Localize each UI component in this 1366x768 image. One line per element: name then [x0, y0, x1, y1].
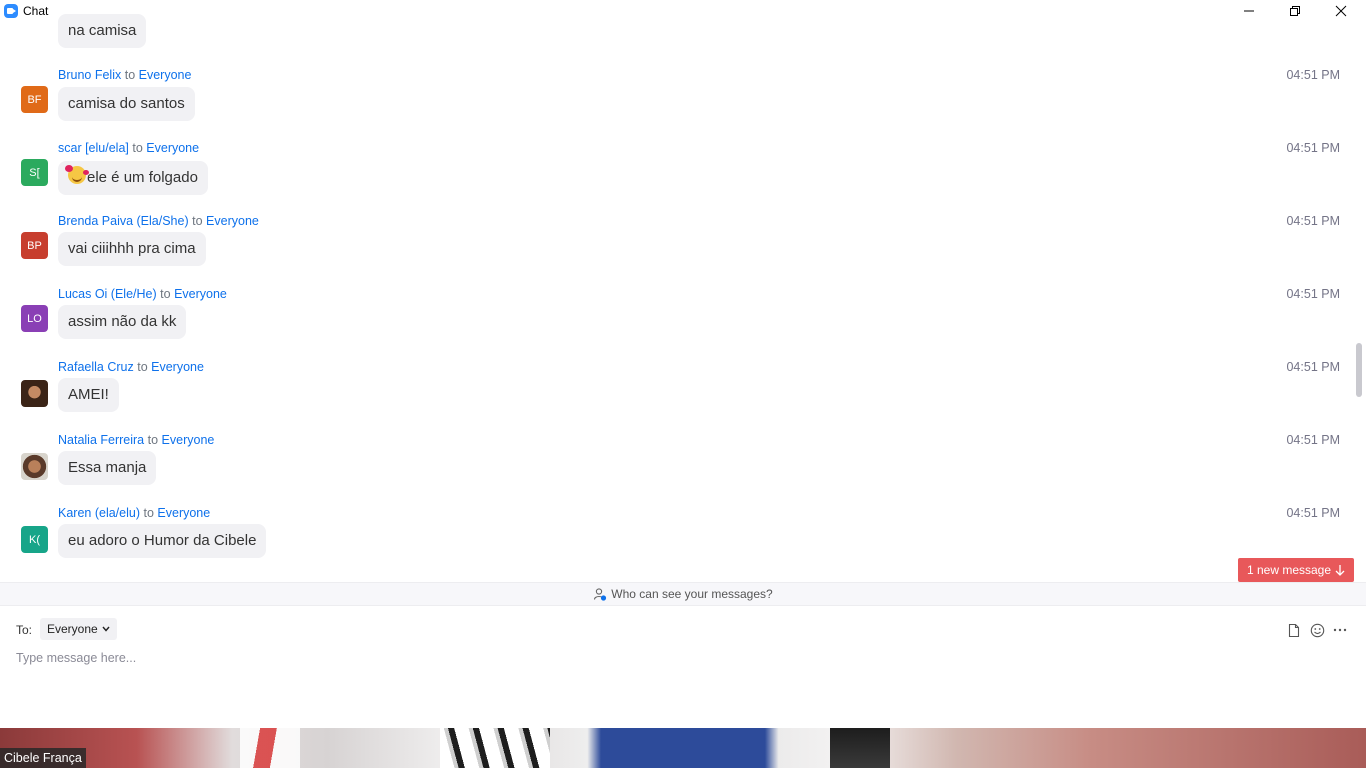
- privacy-info-bar[interactable]: Who can see your messages?: [0, 582, 1366, 606]
- to-word: to: [124, 68, 136, 82]
- message-header: Brenda Paiva (Ela/She) to Everyone: [58, 214, 259, 228]
- message-bubble: AMEI!: [58, 378, 119, 412]
- avatar-photo: [21, 380, 48, 407]
- message-time: 04:51 PM: [1286, 287, 1340, 301]
- chat-scrollbar[interactable]: [1354, 22, 1362, 582]
- chat-message: Lucas Oi (Ele/He) to Everyone 04:51 PM L…: [0, 287, 1352, 360]
- sender-name[interactable]: Brenda Paiva (Ela/She): [58, 214, 189, 228]
- to-word: to: [192, 214, 203, 228]
- file-button[interactable]: [1286, 622, 1302, 638]
- recipient-name: Everyone: [206, 214, 259, 228]
- recipient-name: Everyone: [138, 68, 192, 82]
- to-word: to: [137, 360, 148, 374]
- chat-message: scar [elu/ela] to Everyone 04:51 PM S[ e…: [0, 141, 1352, 214]
- to-label: To:: [16, 623, 33, 637]
- avatar-photo: [21, 453, 48, 480]
- message-time: 04:51 PM: [1286, 433, 1340, 447]
- avatar: BF: [21, 86, 48, 113]
- arrow-down-icon: [1335, 565, 1345, 576]
- message-time: 04:51 PM: [1286, 141, 1340, 155]
- video-shirt-stripe: [240, 728, 300, 768]
- message-time: 04:51 PM: [1286, 214, 1340, 228]
- to-word: to: [160, 287, 171, 301]
- to-word: to: [132, 141, 143, 155]
- video-badge-pattern: [440, 728, 550, 768]
- recipient-value: Everyone: [47, 622, 98, 636]
- chat-message: Rafaella Cruz to Everyone 04:51 PM AMEI!: [0, 360, 1352, 433]
- chat-message: Brenda Paiva (Ela/She) to Everyone 04:51…: [0, 214, 1352, 287]
- emoji-button[interactable]: [1309, 622, 1325, 638]
- message-header: Lucas Oi (Ele/He) to Everyone: [58, 287, 227, 301]
- recipient-name: Everyone: [174, 287, 227, 301]
- video-preview: [0, 728, 1366, 768]
- message-input[interactable]: [16, 648, 1316, 668]
- message-time: 04:51 PM: [1286, 360, 1340, 374]
- message-bubble: na camisa: [58, 14, 147, 48]
- message-bubble: eu adoro o Humor da Cibele: [58, 524, 267, 558]
- message-header: Rafaella Cruz to Everyone: [58, 360, 204, 374]
- recipient-dropdown[interactable]: Everyone: [40, 618, 117, 640]
- file-icon: [1288, 623, 1300, 637]
- recipient-name: Everyone: [161, 433, 215, 447]
- recipient-name: Everyone: [157, 506, 211, 520]
- sender-name[interactable]: Karen (ela/elu): [58, 506, 140, 520]
- more-options-button[interactable]: [1332, 622, 1348, 638]
- sender-name[interactable]: Bruno Felix: [58, 68, 121, 82]
- sender-name[interactable]: Rafaella Cruz: [58, 360, 134, 374]
- recipient-name: Everyone: [151, 360, 204, 374]
- chevron-down-icon: [102, 626, 110, 632]
- sender-name[interactable]: Lucas Oi (Ele/He): [58, 287, 157, 301]
- compose-area: To: Everyone: [0, 606, 1366, 728]
- avatar: K(: [21, 526, 48, 553]
- message-time: 04:51 PM: [1286, 506, 1340, 520]
- recipient-name: Everyone: [146, 141, 200, 155]
- new-message-label: 1 new message: [1246, 563, 1332, 577]
- new-message-button[interactable]: 1 new message: [1238, 558, 1354, 582]
- message-header: scar [elu/ela] to Everyone: [58, 141, 199, 155]
- scrollbar-thumb[interactable]: [1356, 343, 1362, 397]
- person-privacy-icon: [594, 588, 607, 601]
- message-bubble: camisa do santos: [58, 87, 195, 121]
- to-word: to: [147, 433, 159, 447]
- participant-name-tag: Cibele França: [0, 748, 86, 768]
- message-bubble: Essa manja: [58, 451, 157, 485]
- avatar: BP: [21, 232, 48, 259]
- smiley-icon: [1310, 623, 1324, 637]
- more-horizontal-icon: [1333, 628, 1347, 632]
- message-header: Natalia Ferreira to Everyone: [58, 433, 214, 447]
- avatar: S[: [21, 159, 48, 186]
- hearts-face-emoji-icon: [65, 165, 86, 184]
- message-header: Bruno Felix to Everyone: [58, 68, 191, 82]
- avatar: LO: [21, 305, 48, 332]
- sender-name[interactable]: Natalia Ferreira: [58, 433, 144, 447]
- privacy-label: Who can see your messages?: [611, 587, 773, 601]
- message-bubble: ele é um folgado: [58, 161, 208, 195]
- to-word: to: [143, 506, 154, 520]
- video-dark-patch: [830, 728, 890, 768]
- chat-message-list[interactable]: na camisa Bruno Felix to Everyone 04:51 …: [0, 0, 1352, 582]
- message-text: ele é um folgado: [87, 169, 198, 186]
- message-bubble: assim não da kk: [58, 305, 187, 339]
- chat-message: Bruno Felix to Everyone 04:51 PM BF cami…: [0, 68, 1352, 141]
- sender-name[interactable]: scar [elu/ela]: [58, 141, 129, 155]
- chat-message: Natalia Ferreira to Everyone 04:51 PM Es…: [0, 433, 1352, 506]
- message-header: Karen (ela/elu) to Everyone: [58, 506, 210, 520]
- message-time: 04:51 PM: [1286, 68, 1340, 82]
- message-bubble: vai ciiihhh pra cima: [58, 232, 206, 266]
- chat-message: Karen (ela/elu) to Everyone 04:51 PM K( …: [0, 506, 1352, 579]
